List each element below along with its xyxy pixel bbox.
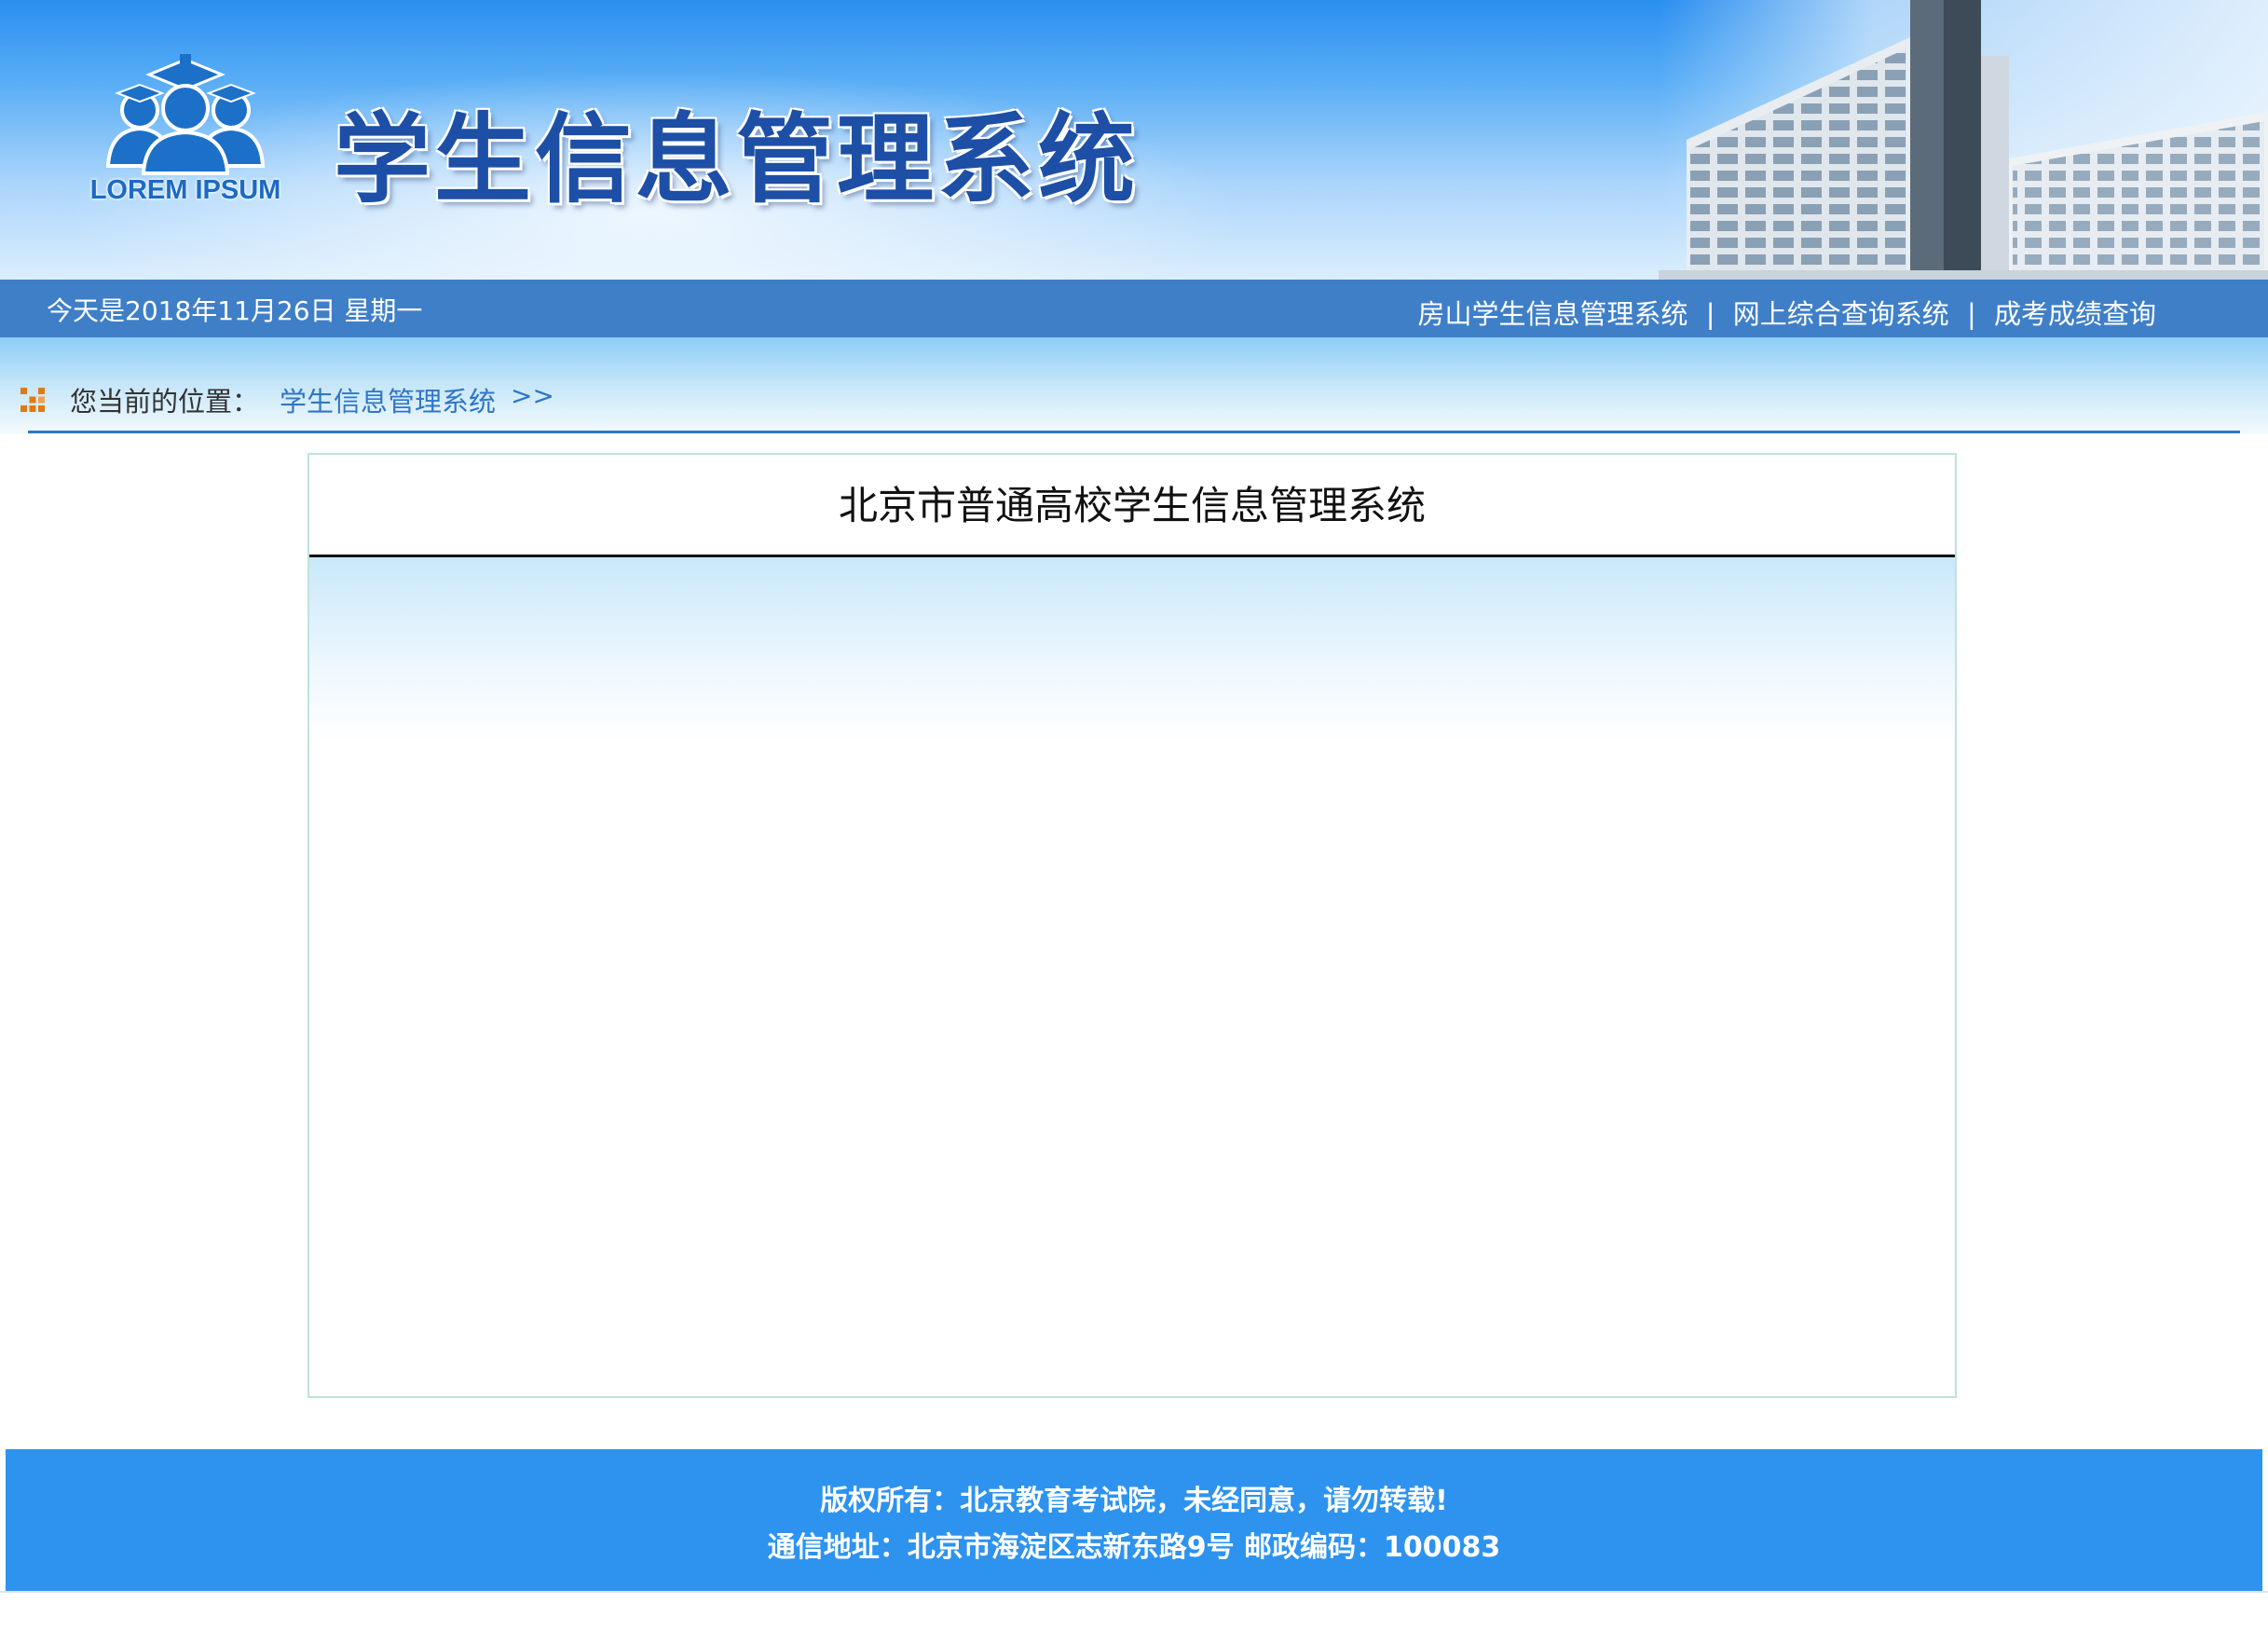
grid-dots-icon <box>20 388 45 412</box>
link-online-query-system[interactable]: 网上综合查询系统 <box>1733 298 1949 330</box>
site-title: 学生信息管理系统 <box>334 103 1140 216</box>
breadcrumb-current-link[interactable]: 学生信息管理系统 <box>280 380 496 419</box>
footer: 版权所有：北京教育考试院，未经同意，请勿转载! 通信地址：北京市海淀区志新东路9… <box>6 1449 2262 1591</box>
breadcrumb-label: 您当前的位置： <box>70 386 260 418</box>
students-graduation-icon <box>105 54 266 175</box>
footer-bottom-line <box>0 1591 2268 1593</box>
breadcrumb: 您当前的位置： 学生信息管理系统 >> <box>0 337 2268 434</box>
date-text: 今天是2018年11月26日 星期一 <box>47 295 423 326</box>
link-separator: | <box>1966 298 1976 330</box>
main-panel: 北京市普通高校学生信息管理系统 <box>307 453 1957 1398</box>
header-banner: LOREM IPSUM 学生信息管理系统 <box>0 0 2268 280</box>
panel-title: 北京市普通高校学生信息管理系统 <box>309 455 1955 557</box>
top-info-bar: 今天是2018年11月26日 星期一 房山学生信息管理系统 | 网上综合查询系统… <box>0 280 2268 337</box>
link-separator: | <box>1705 298 1715 330</box>
building-image <box>1659 0 2268 280</box>
link-fangshan-system[interactable]: 房山学生信息管理系统 <box>1418 298 1688 330</box>
footer-copyright: 版权所有：北京教育考试院，未经同意，请勿转载! <box>820 1485 1448 1517</box>
breadcrumb-arrow: >> <box>511 380 554 411</box>
logo-text: LOREM IPSUM <box>89 175 281 205</box>
breadcrumb-divider <box>28 431 2240 433</box>
top-links: 房山学生信息管理系统 | 网上综合查询系统 | 成考成绩查询 <box>1418 293 2156 332</box>
logo[interactable]: LOREM IPSUM <box>82 54 289 218</box>
footer-address: 通信地址：北京市海淀区志新东路9号 邮政编码：100083 <box>767 1531 1501 1564</box>
link-adult-exam-scores[interactable]: 成考成绩查询 <box>1994 298 2156 330</box>
panel-body <box>309 557 1955 1396</box>
